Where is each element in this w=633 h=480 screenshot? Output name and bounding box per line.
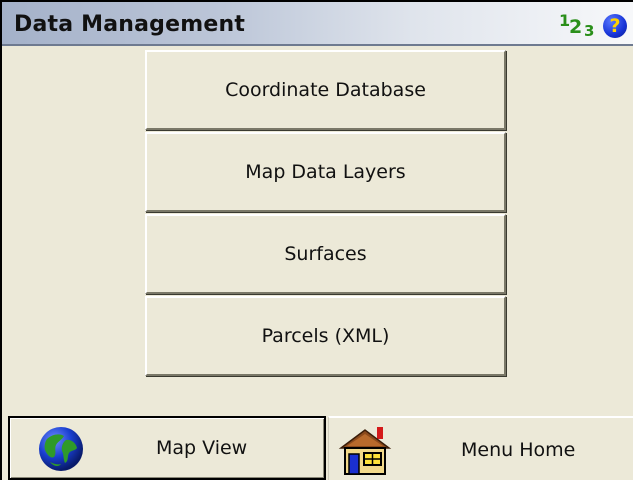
numpad-digit-3: 3 [584, 22, 595, 40]
coordinate-database-button[interactable]: Coordinate Database [145, 50, 506, 130]
numpad-digit-2: 2 [569, 16, 583, 38]
parcels-xml-button[interactable]: Parcels (XML) [145, 296, 506, 376]
parcels-xml-label: Parcels (XML) [261, 325, 390, 347]
map-view-button[interactable]: Map View [8, 416, 326, 480]
bottom-toolbar: Map View Menu Home [2, 416, 633, 480]
page-title: Data Management [14, 12, 246, 37]
numeric-keypad-icon[interactable]: 1 2 3 [557, 9, 603, 40]
house-icon [338, 427, 392, 475]
globe-icon [39, 427, 83, 471]
menu-home-button[interactable]: Menu Home [328, 416, 633, 480]
map-data-layers-label: Map Data Layers [245, 161, 406, 183]
map-view-label: Map View [156, 437, 248, 459]
menu-home-label: Menu Home [461, 439, 576, 461]
surfaces-button[interactable]: Surfaces [145, 214, 506, 294]
help-icon[interactable]: ? [603, 14, 627, 38]
surfaces-label: Surfaces [284, 243, 367, 265]
data-management-window: Data Management 1 2 3 ? Coordinate Datab… [0, 0, 633, 480]
title-bar: Data Management 1 2 3 ? [2, 2, 633, 46]
coordinate-database-label: Coordinate Database [225, 79, 426, 101]
map-data-layers-button[interactable]: Map Data Layers [145, 132, 506, 212]
